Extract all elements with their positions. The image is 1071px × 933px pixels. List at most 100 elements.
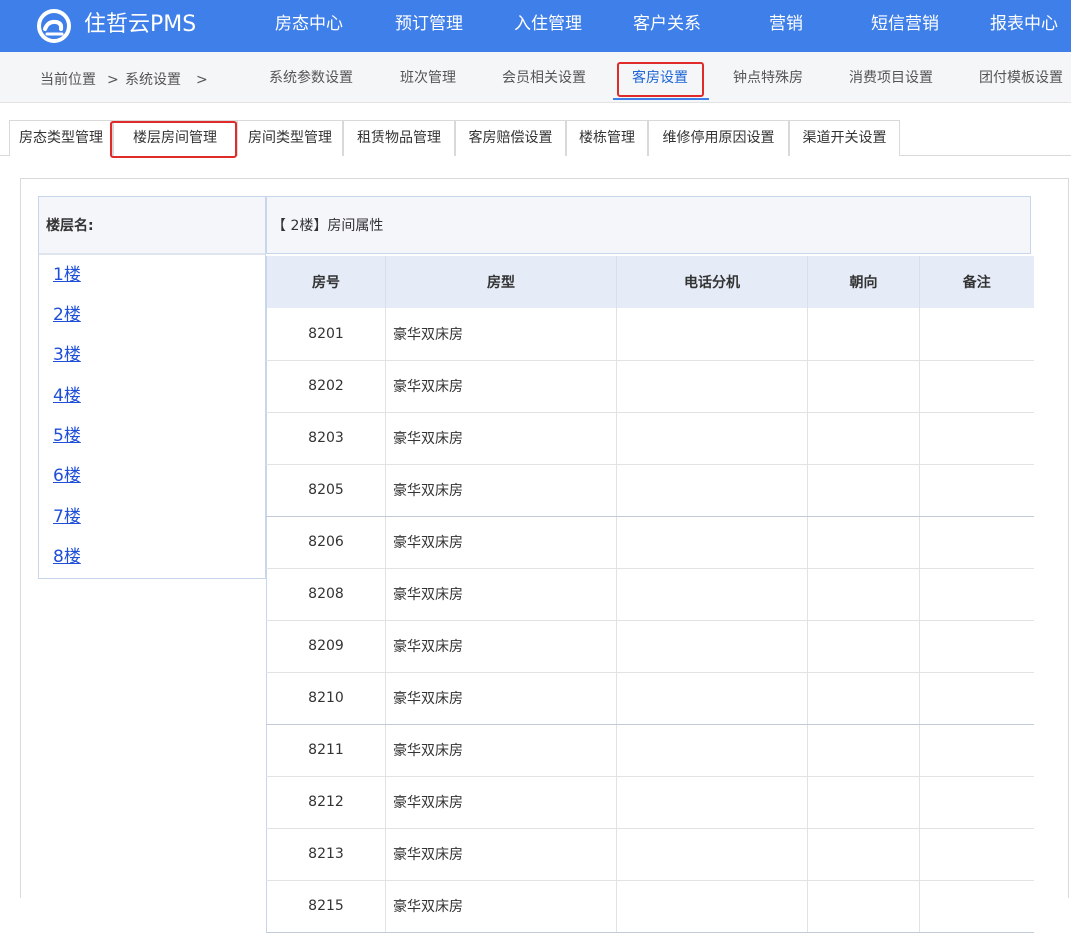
orientation-cell [807,464,920,517]
tab-building-management[interactable]: 楼栋管理 [566,120,648,156]
cloud-logo-icon [37,9,71,43]
remarks-cell [919,568,1034,621]
phone-extension-cell [616,724,808,777]
breadcrumb-separator: > [196,72,208,88]
floor-link-4[interactable]: 4楼 [53,385,81,407]
nav-reports[interactable]: 报表中心 [990,12,1058,36]
tab-rental-items[interactable]: 租赁物品管理 [343,120,455,156]
col-header-phone-extension: 电话分机 [616,256,808,308]
room-type-cell: 豪华双床房 [385,672,617,725]
highlight-box-floor-room-tab [110,121,237,158]
tab-room-compensation[interactable]: 客房赔偿设置 [455,120,566,156]
nav-reservation[interactable]: 预订管理 [395,12,463,36]
room-type-cell: 豪华双床房 [385,828,617,881]
remarks-cell [919,776,1034,829]
tab-channel-switch[interactable]: 渠道开关设置 [789,120,900,156]
table-row[interactable]: 8203 豪华双床房 [266,412,1034,465]
remarks-cell [919,672,1034,725]
phone-extension-cell [616,620,808,673]
subnav-system-params[interactable]: 系统参数设置 [269,69,353,87]
floor-list: 1楼 2楼 3楼 4楼 5楼 6楼 7楼 8楼 [38,253,266,579]
floor-link-3[interactable]: 3楼 [53,344,81,366]
nav-room-status[interactable]: 房态中心 [275,12,343,36]
phone-extension-cell [616,776,808,829]
breadcrumb-system-settings[interactable]: 系统设置 [125,71,181,89]
room-type-cell: 豪华双床房 [385,568,617,621]
table-row[interactable]: 8211 豪华双床房 [266,724,1034,777]
tab-maintenance-reasons[interactable]: 维修停用原因设置 [648,120,789,156]
floor-link-2[interactable]: 2楼 [53,304,81,326]
remarks-cell [919,724,1034,777]
remarks-cell [919,828,1034,881]
orientation-cell [807,880,920,933]
room-type-cell: 豪华双床房 [385,516,617,569]
floor-link-5[interactable]: 5楼 [53,425,81,447]
room-type-cell: 豪华双床房 [385,412,617,465]
table-row[interactable]: 8209 豪华双床房 [266,620,1034,673]
orientation-cell [807,360,920,413]
table-row[interactable]: 8213 豪华双床房 [266,828,1034,881]
phone-extension-cell [616,360,808,413]
tab-room-type-management[interactable]: 房间类型管理 [237,120,343,156]
subnav-member-settings[interactable]: 会员相关设置 [502,69,586,87]
remarks-cell [919,620,1034,673]
floor-link-8[interactable]: 8楼 [53,546,81,568]
remarks-cell [919,308,1034,361]
phone-extension-cell [616,568,808,621]
tab-room-status-types[interactable]: 房态类型管理 [9,120,113,156]
room-number-cell: 8215 [266,880,386,933]
orientation-cell [807,724,920,777]
nav-sms-marketing[interactable]: 短信营销 [871,12,939,36]
room-table: 房号 房型 电话分机 朝向 备注 8201 豪华双床房 8202 豪华双床房 8203 豪… [266,256,1034,933]
phone-extension-cell [616,308,808,361]
table-row[interactable]: 8205 豪华双床房 [266,464,1034,517]
phone-extension-cell [616,464,808,517]
floor-link-1[interactable]: 1楼 [53,264,81,286]
breadcrumb-separator: > [107,72,119,88]
orientation-cell [807,516,920,569]
room-type-cell: 豪华双床房 [385,308,617,361]
orientation-cell [807,776,920,829]
phone-extension-cell [616,412,808,465]
table-row[interactable]: 8212 豪华双床房 [266,776,1034,829]
phone-extension-cell [616,516,808,569]
orientation-cell [807,672,920,725]
room-type-cell: 豪华双床房 [385,880,617,933]
phone-extension-cell [616,672,808,725]
nav-customer-relations[interactable]: 客户关系 [633,12,701,36]
floor-list-header: 楼层名: [38,196,266,254]
breadcrumb-label: 当前位置 [40,72,96,88]
room-type-cell: 豪华双床房 [385,464,617,517]
subnav-hourly-special-room[interactable]: 钟点特殊房 [733,69,803,87]
room-number-cell: 8201 [266,308,386,361]
floor-link-7[interactable]: 7楼 [53,506,81,528]
floor-link-6[interactable]: 6楼 [53,465,81,487]
table-row[interactable]: 8206 豪华双床房 [266,516,1034,569]
subnav-consumption-items[interactable]: 消费项目设置 [849,69,933,87]
subnav-group-templates[interactable]: 团付模板设置 [979,69,1063,87]
room-number-cell: 8210 [266,672,386,725]
subnav-shift-management[interactable]: 班次管理 [400,69,456,87]
col-header-remarks: 备注 [919,256,1034,308]
table-row[interactable]: 8202 豪华双床房 [266,360,1034,413]
room-type-cell: 豪华双床房 [385,360,617,413]
room-number-cell: 8206 [266,516,386,569]
nav-check-in[interactable]: 入住管理 [514,12,582,36]
room-number-cell: 8212 [266,776,386,829]
table-row[interactable]: 8215 豪华双床房 [266,880,1034,933]
nav-marketing[interactable]: 营销 [769,12,803,36]
col-header-room-number: 房号 [266,256,386,308]
table-row[interactable]: 8210 豪华双床房 [266,672,1034,725]
room-number-cell: 8209 [266,620,386,673]
col-header-orientation: 朝向 [807,256,920,308]
table-row[interactable]: 8201 豪华双床房 [266,308,1034,361]
orientation-cell [807,828,920,881]
room-table-header-row: 房号 房型 电话分机 朝向 备注 [266,256,1034,308]
orientation-cell [807,308,920,361]
room-type-cell: 豪华双床房 [385,620,617,673]
room-number-cell: 8205 [266,464,386,517]
table-row[interactable]: 8208 豪华双床房 [266,568,1034,621]
remarks-cell [919,464,1034,517]
phone-extension-cell [616,880,808,933]
orientation-cell [807,568,920,621]
